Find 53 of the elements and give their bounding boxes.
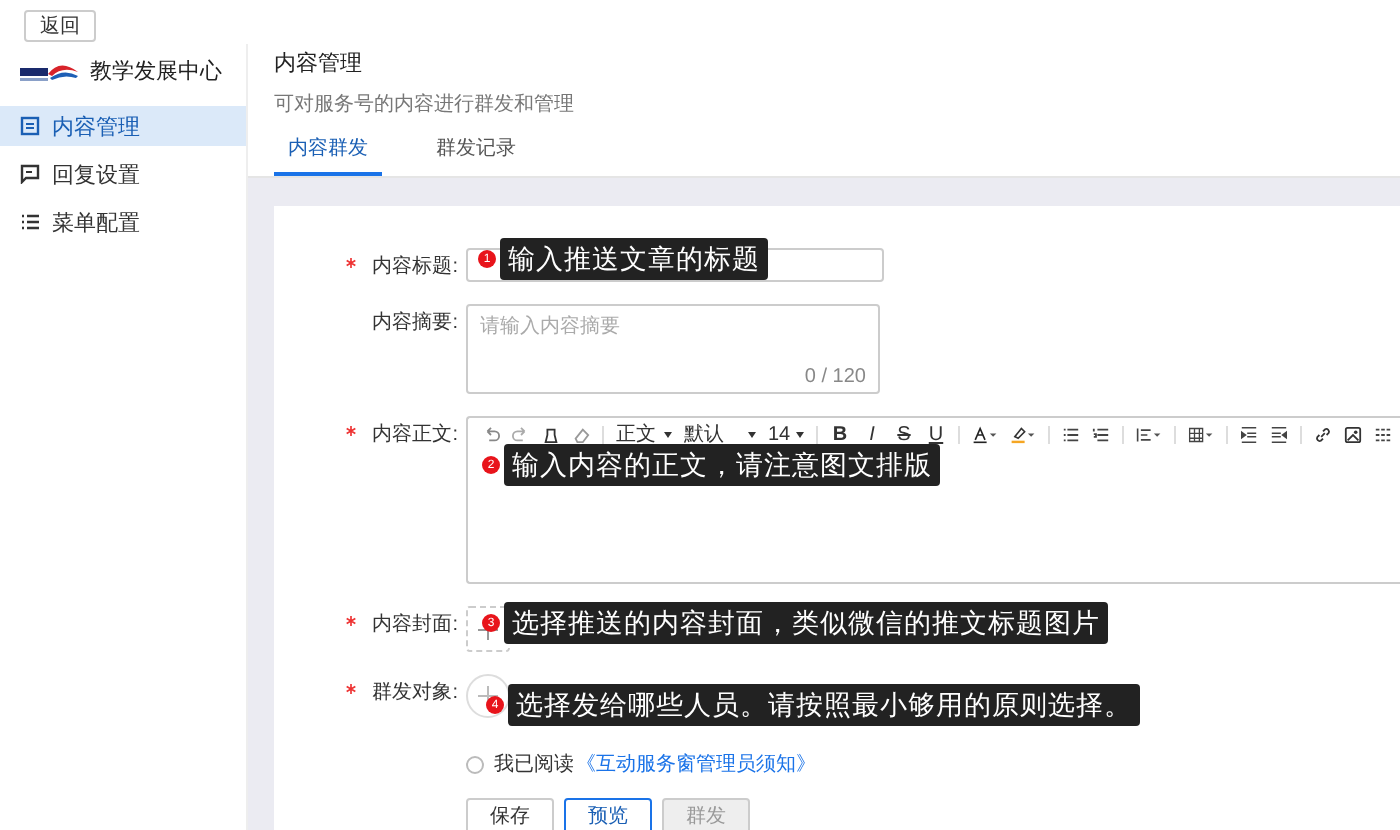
divider-icon[interactable] — [1374, 425, 1392, 443]
caret-icon — [796, 431, 804, 437]
bullet-list-icon[interactable] — [1062, 425, 1080, 443]
paint-icon[interactable] — [542, 425, 560, 443]
paragraph-dropdown[interactable]: 正文 — [616, 420, 672, 448]
numbered-list-icon[interactable] — [1092, 425, 1110, 443]
list-icon — [20, 212, 40, 232]
preview-button[interactable]: 预览 — [564, 798, 652, 830]
sidebar-item[interactable]: 回复设置 — [0, 154, 246, 194]
save-button[interactable]: 保存 — [466, 798, 554, 830]
brand-name: 教学发展中心 — [90, 57, 222, 86]
sidebar-item[interactable]: 内容管理 — [0, 106, 246, 146]
character-counter: 0 / 120 — [804, 366, 866, 388]
placeholder: 请输入内容摘要 — [480, 313, 620, 340]
eraser-icon[interactable] — [572, 425, 590, 443]
image-icon[interactable] — [1344, 425, 1362, 443]
format-button[interactable]: S — [894, 423, 914, 445]
link-icon[interactable] — [1314, 425, 1332, 443]
back-button[interactable]: 返回 — [24, 10, 96, 42]
agreement-text: 我已阅读 — [494, 751, 574, 778]
field-label: 群发对象: — [372, 679, 458, 706]
field-label: 内容封面: — [372, 611, 458, 638]
tooltip: 输入推送文章的标题 — [500, 238, 768, 280]
summary-field[interactable]: 请输入内容摘要 0 / 120 — [466, 304, 880, 394]
font-dropdown[interactable]: 默认 — [684, 420, 756, 448]
agreement-link[interactable]: 《互动服务窗管理员须知》 — [576, 750, 816, 778]
sidebar-item[interactable]: 菜单配置 — [0, 202, 246, 242]
format-button[interactable]: B — [830, 423, 850, 445]
page-title: 内容管理 — [274, 49, 364, 78]
table-icon[interactable] — [1188, 425, 1214, 443]
caret-icon — [748, 431, 756, 437]
undo-icon[interactable] — [482, 425, 500, 443]
agreement-radio[interactable] — [466, 755, 484, 773]
align-icon[interactable] — [1136, 425, 1162, 443]
tooltip: 选择发给哪些人员。请按照最小够用的原则选择。 — [508, 684, 1140, 726]
message-icon — [20, 164, 40, 184]
field-label: 内容正文: — [372, 421, 458, 448]
tooltip: 选择推送的内容封面，类似微信的推文标题图片 — [504, 602, 1108, 644]
highlight-icon[interactable] — [1010, 425, 1036, 443]
field-label: 内容标题: — [372, 253, 458, 280]
tab[interactable]: 群发记录 — [422, 126, 530, 176]
caret-icon — [664, 431, 672, 437]
format-button[interactable]: U — [926, 423, 946, 445]
document-icon — [20, 116, 40, 136]
field-label: 内容摘要: — [372, 309, 458, 336]
indent-icon[interactable] — [1240, 425, 1258, 443]
outdent-icon[interactable] — [1270, 425, 1288, 443]
font-color-icon[interactable] — [972, 425, 998, 443]
tooltip: 输入内容的正文，请注意图文排版 — [504, 444, 940, 486]
size-dropdown[interactable]: 14 — [768, 423, 804, 445]
logo-icon — [20, 59, 80, 83]
page-subtitle: 可对服务号的内容进行群发和管理 — [274, 91, 576, 118]
format-button[interactable]: I — [862, 423, 882, 445]
